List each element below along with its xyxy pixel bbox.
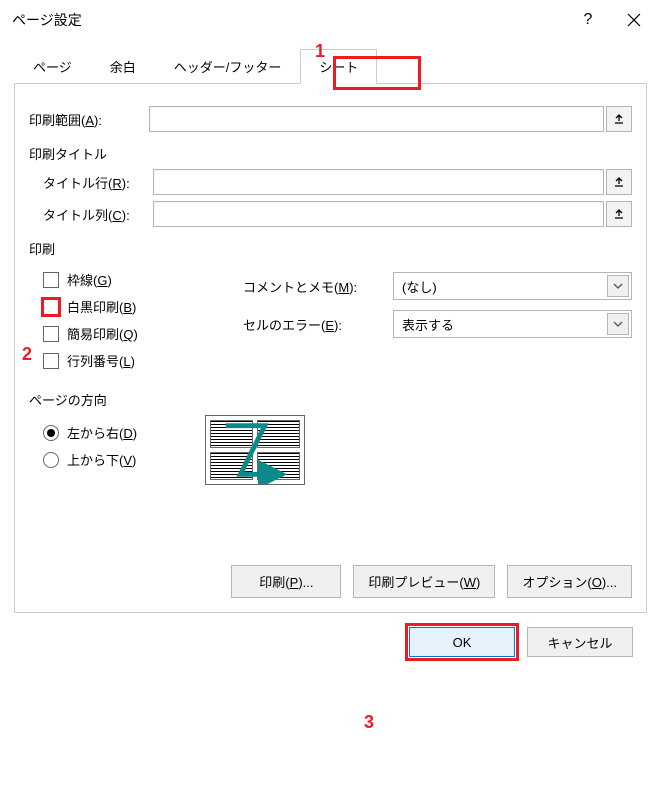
title-cols-row: タイトル列(C): [29, 201, 632, 227]
print-group-label: 印刷 [29, 239, 632, 258]
print-area-picker-button[interactable] [606, 106, 632, 132]
annotation-3: 3 [364, 712, 374, 733]
options-button[interactable]: オプション(O)... [507, 565, 632, 598]
comments-select[interactable]: (なし) [393, 272, 632, 300]
order-ttb-row: 上から下(V) [43, 450, 179, 469]
rowcol-checkbox-row: 行列番号(L) [43, 351, 219, 370]
tab-header-footer[interactable]: ヘッダー/フッター [155, 49, 301, 84]
print-area-input[interactable] [149, 106, 604, 132]
title-rows-row: タイトル行(R): [29, 169, 632, 195]
order-ltr-label: 左から右(D) [67, 423, 137, 442]
print-area-label: 印刷範囲(A): [29, 110, 149, 129]
order-ltr-radio[interactable] [43, 425, 59, 441]
title-cols-input[interactable] [153, 201, 604, 227]
order-ltr-row: 左から右(D) [43, 423, 179, 442]
close-icon [627, 13, 641, 27]
tab-strip: ページ 余白 ヘッダー/フッター シート [14, 48, 647, 84]
print-titles-group-label: 印刷タイトル [29, 144, 632, 163]
comments-row: コメントとメモ(M): (なし) [243, 272, 632, 300]
chevron-down-icon [607, 313, 629, 335]
bw-checkbox[interactable] [43, 299, 59, 315]
gridlines-label: 枠線(G) [67, 270, 112, 289]
title-rows-input[interactable] [153, 169, 604, 195]
collapse-dialog-icon [613, 113, 625, 125]
bw-checkbox-row: 白黒印刷(B) [43, 297, 219, 316]
page-order-diagram [205, 415, 305, 485]
order-ttb-label: 上から下(V) [67, 450, 136, 469]
title-rows-picker-button[interactable] [606, 169, 632, 195]
errors-value: 表示する [402, 315, 454, 334]
rowcol-label: 行列番号(L) [67, 351, 135, 370]
errors-select[interactable]: 表示する [393, 310, 632, 338]
cancel-button[interactable]: キャンセル [527, 627, 633, 657]
print-button[interactable]: 印刷(P)... [231, 565, 341, 598]
bw-label: 白黒印刷(B) [67, 297, 136, 316]
sheet-panel: 印刷範囲(A): 印刷タイトル タイトル行(R): [14, 84, 647, 613]
close-button[interactable] [611, 0, 657, 40]
order-ttb-radio[interactable] [43, 452, 59, 468]
draft-checkbox[interactable] [43, 326, 59, 342]
tab-margins[interactable]: 余白 [91, 49, 155, 84]
help-button[interactable]: ? [565, 0, 611, 40]
annotation-2: 2 [22, 344, 32, 365]
collapse-dialog-icon [613, 176, 625, 188]
annotation-1: 1 [315, 41, 325, 62]
errors-label: セルのエラー(E): [243, 315, 393, 334]
ok-button[interactable]: OK [409, 627, 515, 657]
comments-value: (なし) [402, 277, 437, 296]
collapse-dialog-icon [613, 208, 625, 220]
draft-checkbox-row: 簡易印刷(Q) [43, 324, 219, 343]
tab-page[interactable]: ページ [14, 49, 91, 84]
title-rows-label: タイトル行(R): [43, 173, 153, 192]
print-preview-button[interactable]: 印刷プレビュー(W) [353, 565, 495, 598]
print-area-row: 印刷範囲(A): [29, 106, 632, 132]
gridlines-checkbox[interactable] [43, 272, 59, 288]
tab-sheet[interactable]: シート [300, 49, 377, 84]
gridlines-checkbox-row: 枠線(G) [43, 270, 219, 289]
title-cols-picker-button[interactable] [606, 201, 632, 227]
page-order-group-label: ページの方向 [29, 390, 632, 409]
dialog-title: ページ設定 [12, 10, 565, 30]
titlebar: ページ設定 ? [0, 0, 661, 40]
draft-label: 簡易印刷(Q) [67, 324, 138, 343]
errors-row: セルのエラー(E): 表示する [243, 310, 632, 338]
rowcol-checkbox[interactable] [43, 353, 59, 369]
comments-label: コメントとメモ(M): [243, 277, 393, 296]
title-cols-label: タイトル列(C): [43, 205, 153, 224]
chevron-down-icon [607, 275, 629, 297]
